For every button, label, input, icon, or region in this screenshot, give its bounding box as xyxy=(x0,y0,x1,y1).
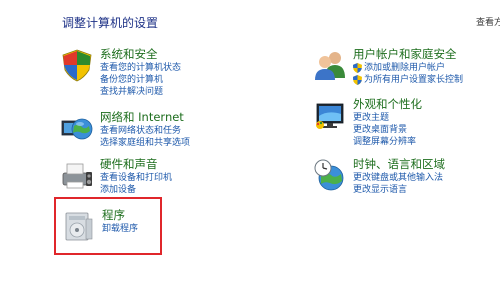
category-title[interactable]: 时钟、语言和区域 xyxy=(353,158,445,171)
link-display-language[interactable]: 更改显示语言 xyxy=(353,184,445,196)
link-change-input[interactable]: 更改键盘或其他输入法 xyxy=(353,172,445,184)
link-label: 添加或删除用户帐户 xyxy=(364,63,446,73)
link-add-remove-accounts[interactable]: 添加或删除用户帐户 xyxy=(353,62,463,74)
link-check-status[interactable]: 查看您的计算机状态 xyxy=(100,62,181,74)
link-label: 为所有用户设置家长控制 xyxy=(364,75,464,85)
link-backup[interactable]: 备份您的计算机 xyxy=(100,74,181,86)
link-homegroup[interactable]: 选择家庭组和共享选项 xyxy=(100,137,190,149)
shield-flag-icon xyxy=(62,49,92,82)
link-screen-resolution[interactable]: 调整屏幕分辨率 xyxy=(353,136,422,148)
printer-icon xyxy=(62,163,92,189)
link-add-device[interactable]: 添加设备 xyxy=(100,184,172,196)
view-by-link[interactable]: 查看方 xyxy=(476,15,500,28)
monitor-palette-icon xyxy=(316,103,344,129)
uac-shield-icon xyxy=(353,63,362,73)
category-title[interactable]: 外观和个性化 xyxy=(353,98,422,111)
page-title: 调整计算机的设置 xyxy=(62,16,159,30)
uac-shield-icon xyxy=(353,75,362,85)
link-change-background[interactable]: 更改桌面背景 xyxy=(353,124,422,136)
link-network-status[interactable]: 查看网络状态和任务 xyxy=(100,125,190,137)
link-troubleshoot[interactable]: 查找并解决问题 xyxy=(100,86,181,98)
link-parental-controls[interactable]: 为所有用户设置家长控制 xyxy=(353,74,463,86)
users-icon xyxy=(315,52,345,80)
clock-globe-icon xyxy=(314,159,344,191)
globe-network-icon xyxy=(61,118,93,140)
link-devices-printers[interactable]: 查看设备和打印机 xyxy=(100,172,172,184)
link-change-theme[interactable]: 更改主题 xyxy=(353,112,422,124)
category-title[interactable]: 用户帐户和家庭安全 xyxy=(353,48,463,61)
category-title[interactable]: 网络和 Internet xyxy=(100,111,190,124)
category-title[interactable]: 系统和安全 xyxy=(100,48,181,61)
category-title[interactable]: 硬件和声音 xyxy=(100,158,172,171)
highlight-box xyxy=(54,197,162,255)
